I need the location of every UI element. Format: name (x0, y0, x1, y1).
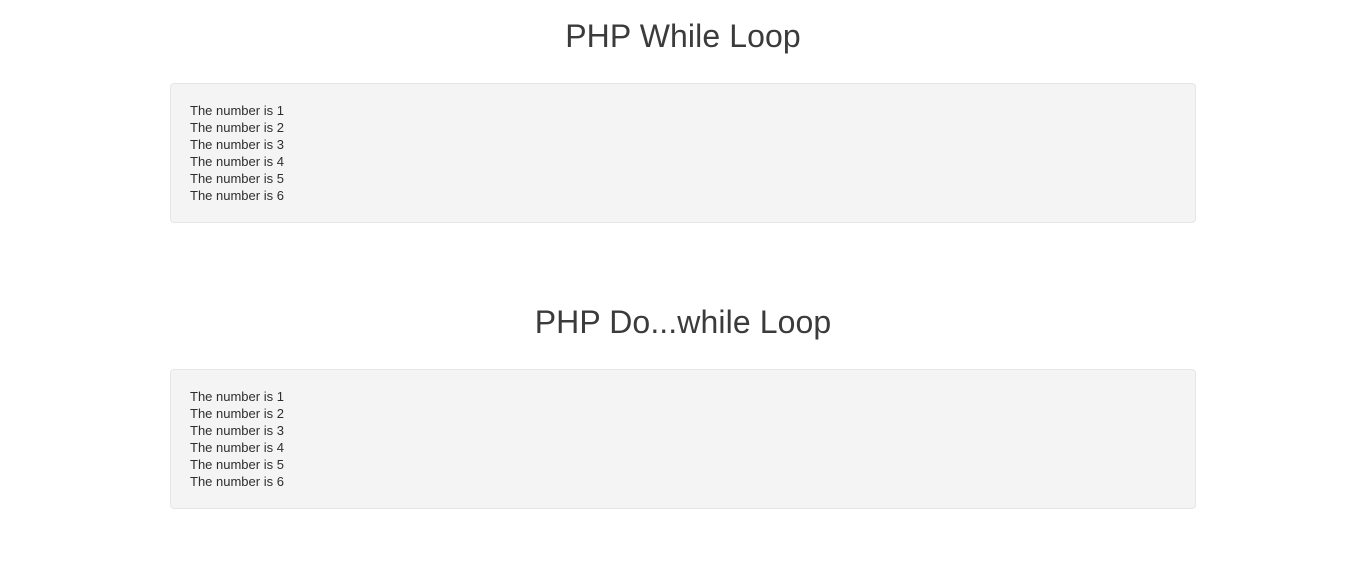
output-line: The number is 2 (190, 120, 284, 135)
output-line: The number is 2 (190, 406, 284, 421)
output-line: The number is 3 (190, 423, 284, 438)
output-box-do-while-loop: The number is 1 The number is 2 The numb… (170, 369, 1196, 509)
page-root: PHP While Loop The number is 1 The numbe… (0, 0, 1366, 576)
page-title-while-loop: PHP While Loop (565, 18, 801, 54)
output-line: The number is 4 (190, 154, 284, 169)
output-line: The number is 5 (190, 457, 284, 472)
output-line: The number is 6 (190, 474, 284, 489)
output-line: The number is 6 (190, 188, 284, 203)
section-while-loop: PHP While Loop The number is 1 The numbe… (0, 0, 1366, 223)
output-line: The number is 3 (190, 137, 284, 152)
output-line: The number is 1 (190, 103, 284, 118)
output-line: The number is 5 (190, 171, 284, 186)
section-do-while-loop: PHP Do...while Loop The number is 1 The … (0, 303, 1366, 509)
output-line: The number is 4 (190, 440, 284, 455)
output-line: The number is 1 (190, 389, 284, 404)
output-box-while-loop: The number is 1 The number is 2 The numb… (170, 83, 1196, 223)
page-title-do-while-loop: PHP Do...while Loop (534, 304, 832, 340)
